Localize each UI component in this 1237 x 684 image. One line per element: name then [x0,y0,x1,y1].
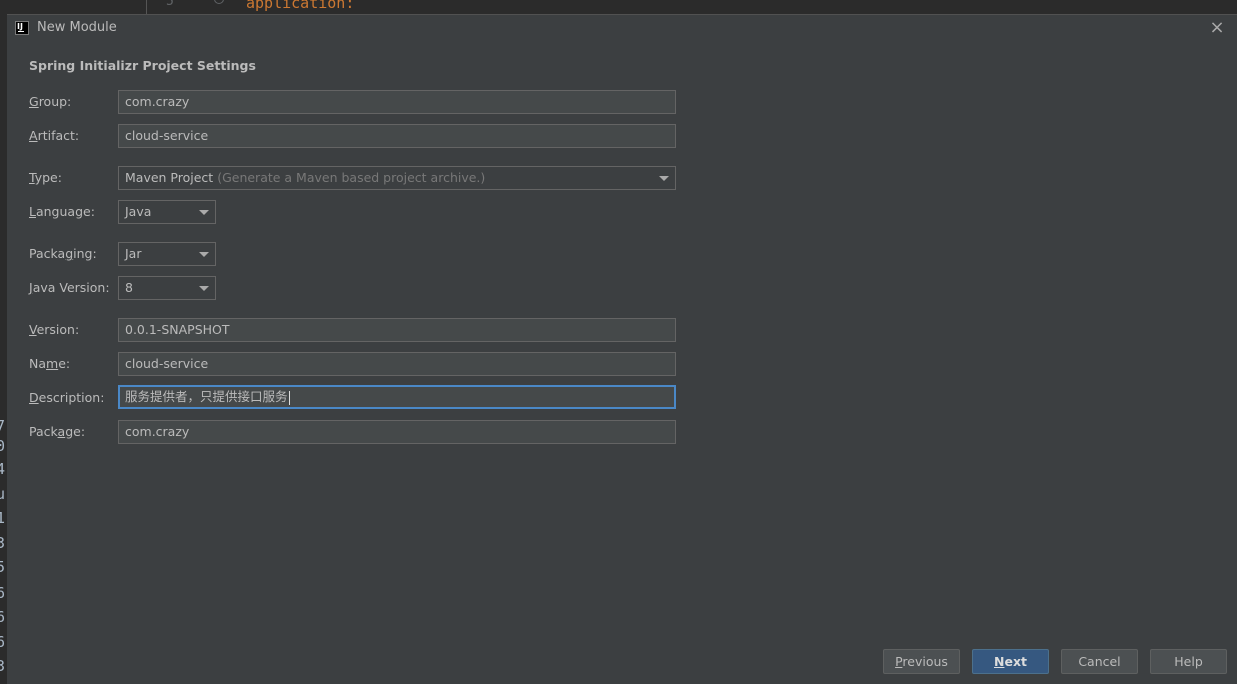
bg-digit: 5 [0,558,6,576]
cancel-button[interactable]: Cancel [1061,649,1138,674]
next-button[interactable]: Next [972,649,1049,674]
description-label: Description: [29,390,105,405]
bg-digit: 6 [0,633,6,651]
type-select-hint: (Generate a Maven based project archive.… [217,170,486,185]
background-editor: 5 application: [0,0,1237,14]
bg-digit: 3 [0,534,6,552]
help-button[interactable]: Help [1150,649,1227,674]
packaging-label: Packaging: [29,246,97,261]
group-input[interactable]: com.crazy [118,90,676,114]
group-label: Group: [29,94,72,109]
bg-digit: 4 [0,460,6,478]
bg-digit: 6 [0,608,6,626]
artifact-input[interactable]: cloud-service [118,124,676,148]
chevron-down-icon [659,176,669,181]
editor-code-text: application: [246,0,355,12]
editor-gutter-divider [146,0,147,14]
intellij-app-icon: IJ [15,21,29,35]
bg-digit: 7 [0,417,6,435]
name-input[interactable]: cloud-service [118,352,676,376]
artifact-label: Artifact: [29,128,80,143]
bg-digit: 6 [0,584,6,602]
chevron-down-icon [199,210,209,215]
dialog-title: New Module [37,20,117,35]
version-input[interactable]: 0.0.1-SNAPSHOT [118,318,676,342]
type-select-value: Maven Project [125,170,214,185]
java-version-label: Java Version: [29,280,110,295]
description-input[interactable]: 服务提供者，只提供接口服务 [118,385,676,409]
bg-digit: 1 [0,509,6,527]
name-label: Name: [29,356,71,371]
bg-digit: 3 [0,657,6,675]
section-title: Spring Initializr Project Settings [29,58,256,73]
language-label: Language: [29,204,95,219]
package-label: Package: [29,424,86,439]
bg-digit: u [0,485,6,503]
packaging-select-value: Jar [125,246,142,261]
type-select[interactable]: Maven Project (Generate a Maven based pr… [118,166,676,190]
description-input-value: 服务提供者，只提供接口服务 [125,389,288,404]
packaging-select[interactable]: Jar [118,242,216,266]
new-module-dialog: IJ New Module × Spring Initializr Projec… [7,14,1237,684]
java-version-select[interactable]: 8 [118,276,216,300]
version-label: Version: [29,322,80,337]
language-select[interactable]: Java [118,200,216,224]
dialog-titlebar[interactable]: IJ New Module × [7,15,1237,43]
bg-digit: 0 [0,437,6,455]
editor-line-number: 5 [166,0,174,9]
package-input[interactable]: com.crazy [118,420,676,444]
text-caret [288,390,290,405]
chevron-down-icon [199,252,209,257]
type-label: Type: [29,170,62,185]
previous-button[interactable]: Previous [883,649,960,674]
java-version-select-value: 8 [125,280,133,295]
language-select-value: Java [125,204,152,219]
background-editor-left-strip: 7 0 4 u 1 3 5 6 6 6 3 [0,14,7,684]
close-icon[interactable]: × [1207,19,1227,39]
chevron-down-icon [199,286,209,291]
fold-marker-icon [214,0,224,4]
